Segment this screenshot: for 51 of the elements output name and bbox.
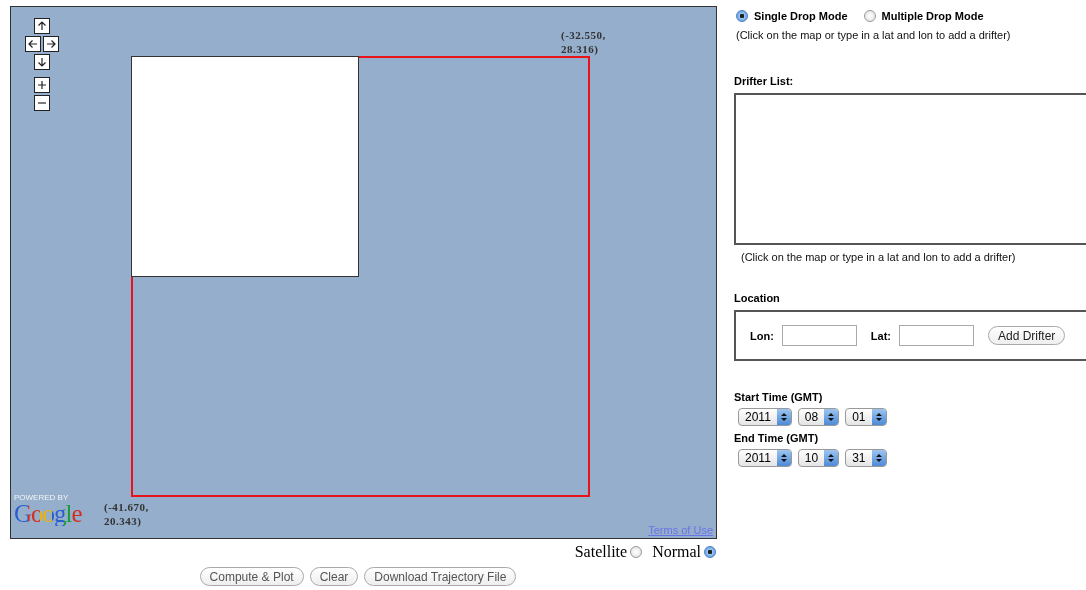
drop-mode-radio[interactable] bbox=[863, 10, 876, 22]
left-arrow-icon bbox=[28, 39, 38, 49]
stepper-icon bbox=[871, 409, 886, 425]
up-arrow-icon bbox=[37, 21, 47, 31]
zoom-out-button[interactable] bbox=[34, 95, 50, 111]
location-label: Location bbox=[734, 292, 781, 304]
stepper-icon bbox=[871, 450, 886, 466]
stepper-icon bbox=[776, 450, 791, 466]
down-arrow-icon bbox=[37, 57, 47, 67]
powered-by-label: POWERED BY bbox=[14, 493, 70, 502]
stepper-icon bbox=[824, 450, 839, 466]
drifter-list-hint: (Click on the map or type in a lat and lon to add a drifter) bbox=[741, 251, 1017, 263]
action-button[interactable]: Download Trajectory File bbox=[364, 567, 517, 586]
date-select[interactable]: 2011 bbox=[738, 408, 792, 426]
action-button[interactable]: Clear bbox=[309, 567, 359, 586]
pan-right-button[interactable] bbox=[43, 36, 59, 52]
time-label: End Time (GMT) bbox=[734, 432, 820, 444]
map[interactable]: (-32.550, 28.316) (-41.670, 20.343) POWERED BY Google Terms of Use bbox=[10, 6, 717, 539]
logo: Google bbox=[14, 502, 82, 526]
field-label: Lat: bbox=[870, 329, 891, 342]
action-button[interactable]: Compute & Plot bbox=[199, 567, 304, 586]
drifter-list-label: Drifter List: bbox=[734, 75, 795, 87]
date-select[interactable]: 08 bbox=[797, 408, 840, 426]
coordinate-label: (-32.550, 28.316) bbox=[561, 28, 606, 56]
date-select[interactable]: 01 bbox=[845, 408, 887, 426]
map-type-radio[interactable] bbox=[630, 546, 643, 558]
right-arrow-icon bbox=[46, 39, 56, 49]
drop-mode-label: Single Drop Mode bbox=[754, 10, 848, 22]
drop-hint: (Click on the map or type in a lat and lon to add a drifter) bbox=[736, 29, 1012, 41]
date-select[interactable]: 31 bbox=[845, 449, 887, 467]
add-drifter-button[interactable]: Add Drifter bbox=[988, 326, 1066, 345]
stepper-icon bbox=[824, 409, 839, 425]
time-label: Start Time (GMT) bbox=[734, 391, 824, 403]
map-type-label: Normal bbox=[652, 543, 701, 561]
stepper-icon bbox=[776, 409, 791, 425]
map-type-label: Satellite bbox=[574, 543, 628, 561]
coordinate-label: (-41.670, 20.343) bbox=[104, 500, 149, 528]
date-select[interactable]: 2011 bbox=[738, 449, 792, 467]
drifter-list[interactable] bbox=[734, 93, 1086, 245]
zoom-in-button[interactable] bbox=[34, 77, 50, 93]
drop-mode-label: Multiple Drop Mode bbox=[881, 10, 984, 22]
pan-up-button[interactable] bbox=[34, 18, 50, 34]
coordinate-input[interactable] bbox=[781, 325, 857, 346]
pan-left-button[interactable] bbox=[25, 36, 41, 52]
drop-mode-radio[interactable] bbox=[736, 10, 748, 22]
map-type-radio[interactable] bbox=[704, 546, 716, 558]
pan-down-button[interactable] bbox=[34, 54, 50, 70]
coordinate-input[interactable] bbox=[899, 325, 974, 346]
field-label: Lon: bbox=[750, 329, 774, 342]
plus-icon bbox=[37, 80, 47, 90]
date-select[interactable]: 10 bbox=[797, 449, 840, 467]
